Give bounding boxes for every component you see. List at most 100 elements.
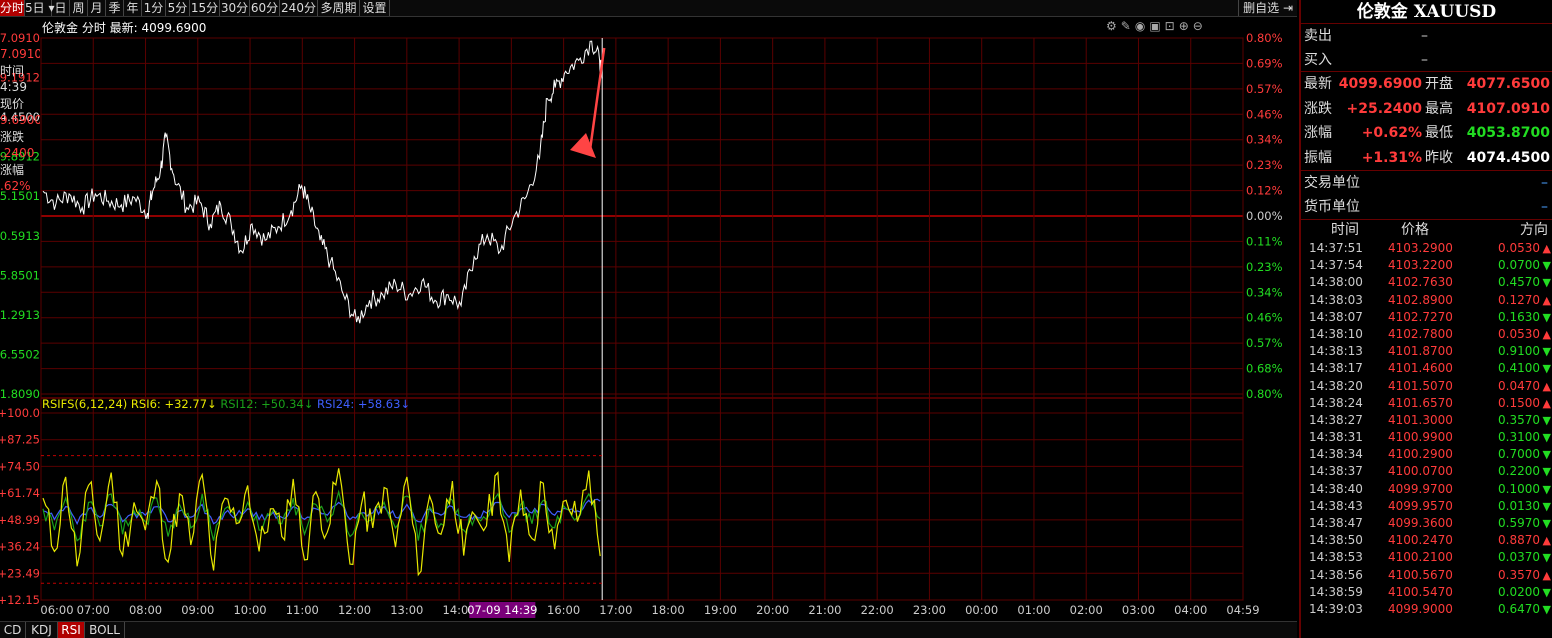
tick-time: 14:38:59 <box>1309 584 1363 599</box>
unit-row: 交易单位 – <box>1301 171 1552 195</box>
tick-time: 14:38:10 <box>1309 326 1363 341</box>
pct-axis-label: 0.46% <box>1246 107 1283 121</box>
chart-header: 伦敦金 分时 最新: 4099.6900 <box>42 21 207 35</box>
gear-icon[interactable]: ⚙ <box>1106 19 1121 33</box>
sell-row: 卖出 – <box>1301 24 1552 48</box>
tick-row[interactable]: 14:38:13 4101.8700 0.9100 ▼ <box>1301 343 1552 360</box>
time-axis-label: 23:00 <box>913 603 946 617</box>
zoom-in-icon[interactable]: ⊕ <box>1179 19 1193 33</box>
tick-row[interactable]: 14:38:43 4099.9570 0.0130 ▼ <box>1301 498 1552 515</box>
pct-axis-label: 0.11% <box>1246 234 1283 248</box>
tick-price: 4100.2900 <box>1388 447 1453 462</box>
period-tab[interactable]: 分时 <box>0 0 25 16</box>
period-tab[interactable]: 60分 <box>250 0 280 16</box>
indicator-tab-cd[interactable]: CD <box>0 622 26 638</box>
period-tab[interactable]: 240分 <box>280 0 318 16</box>
period-tab[interactable]: 30分 <box>220 0 250 16</box>
period-tab[interactable]: 年 <box>124 0 142 16</box>
eye-icon[interactable]: ◉ <box>1135 19 1149 33</box>
tick-row[interactable]: 14:38:59 4100.5470 0.0200 ▼ <box>1301 584 1552 601</box>
instrument-title: 伦敦金 XAUUSD <box>1301 0 1552 24</box>
period-tab[interactable]: 15分 <box>190 0 220 16</box>
period-tab[interactable]: 月 <box>88 0 106 16</box>
tick-time: 14:37:54 <box>1309 258 1363 273</box>
save-icon[interactable]: ⊡ <box>1165 19 1179 33</box>
period-tab[interactable]: 5分 <box>166 0 190 16</box>
time-axis-label: 16:00 <box>547 603 580 617</box>
zoom-out-icon[interactable]: ⊖ <box>1193 19 1207 33</box>
tick-volume: 0.1630 <box>1498 309 1540 324</box>
tick-volume: 0.0370 <box>1498 550 1540 565</box>
tick-row[interactable]: 14:38:03 4102.8900 0.1270 ▲ <box>1301 292 1552 309</box>
sell-value: – <box>1421 28 1428 44</box>
time-axis-label: 03:00 <box>1122 603 1155 617</box>
tick-row[interactable]: 14:38:24 4101.6570 0.1500 ▲ <box>1301 395 1552 412</box>
unit-label: 交易单位 <box>1304 175 1360 191</box>
period-tab[interactable]: 季 <box>106 0 124 16</box>
tick-row[interactable]: 14:38:00 4102.7630 0.4570 ▼ <box>1301 274 1552 291</box>
lock-icon[interactable]: ▣ <box>1149 19 1164 33</box>
tick-row[interactable]: 14:38:07 4102.7270 0.1630 ▼ <box>1301 309 1552 326</box>
time-axis-label: 21:00 <box>808 603 841 617</box>
tick-volume: 0.1500 <box>1498 395 1540 410</box>
tick-row[interactable]: 14:38:17 4101.4600 0.4100 ▼ <box>1301 360 1552 377</box>
period-tab[interactable]: 周 <box>70 0 88 16</box>
quote-value: +0.62% <box>1361 125 1422 141</box>
quote-label: 涨跌 <box>1304 100 1332 117</box>
arrow-down-icon: ▼ <box>1542 276 1551 290</box>
tick-row[interactable]: 14:38:37 4100.0700 0.2200 ▼ <box>1301 463 1552 480</box>
unit-table: 交易单位 – 货币单位 – <box>1301 171 1552 220</box>
time-axis-label: 19:00 <box>704 603 737 617</box>
tick-row[interactable]: 14:37:51 4103.2900 0.0530 ▲ <box>1301 240 1552 257</box>
tick-row[interactable]: 14:38:40 4099.9700 0.1000 ▼ <box>1301 481 1552 498</box>
tick-row[interactable]: 14:38:10 4102.7800 0.0530 ▲ <box>1301 326 1552 343</box>
arrow-down-icon: ▼ <box>1542 431 1551 445</box>
tick-row[interactable]: 14:38:47 4099.3600 0.5970 ▼ <box>1301 515 1552 532</box>
unit-value: – <box>1541 199 1548 215</box>
quote-row: 涨跌 +25.2400 最高 4107.0910 <box>1301 97 1552 122</box>
pen-icon[interactable]: ✎ <box>1121 19 1135 33</box>
pct-axis-label: 0.69% <box>1246 56 1283 70</box>
remove-favorite-button[interactable]: 删自选 ⇥ <box>1238 0 1297 16</box>
tick-price: 4102.7270 <box>1388 309 1453 324</box>
tick-row[interactable]: 14:38:27 4101.3000 0.3570 ▼ <box>1301 412 1552 429</box>
tick-row[interactable]: 14:38:53 4100.2100 0.0370 ▼ <box>1301 549 1552 566</box>
tick-time: 14:38:43 <box>1309 498 1363 513</box>
period-tab[interactable]: 1分 <box>142 0 166 16</box>
period-tab[interactable]: 日 <box>52 0 70 16</box>
arrow-down-icon: ▼ <box>1542 551 1551 565</box>
indicator-tab-kdj[interactable]: KDJ <box>26 622 58 638</box>
arrow-down-icon: ▼ <box>1542 602 1551 616</box>
tick-price: 4101.5070 <box>1388 378 1453 393</box>
quote-label: 昨收 <box>1425 149 1453 166</box>
arrow-down-icon: ▼ <box>1542 413 1551 427</box>
tick-volume: 0.0700 <box>1498 258 1540 273</box>
chart-area[interactable]: 07.091079.191274.450069.891265.150160.59… <box>0 17 1297 621</box>
tick-price: 4101.8700 <box>1388 344 1453 359</box>
period-tab[interactable]: 设置 <box>360 0 390 16</box>
tick-row[interactable]: 14:38:34 4100.2900 0.7000 ▼ <box>1301 446 1552 463</box>
tick-volume: 0.0200 <box>1498 584 1540 599</box>
tick-row[interactable]: 14:38:56 4100.5670 0.3570 ▲ <box>1301 567 1552 584</box>
indicator-tab-rsi[interactable]: RSI <box>58 622 85 638</box>
chart-frame <box>40 37 1244 601</box>
tick-row[interactable]: 14:39:03 4099.9000 0.6470 ▼ <box>1301 601 1552 618</box>
time-axis-label: 12:00 <box>338 603 371 617</box>
rsi-axis-label: +23.49 <box>0 566 40 580</box>
arrow-up-icon: ▲ <box>1542 396 1551 410</box>
period-tab[interactable]: 5日 ▾ <box>25 0 54 16</box>
pct-axis-label: 0.57% <box>1246 82 1283 96</box>
tick-row[interactable]: 14:38:31 4100.9900 0.3100 ▼ <box>1301 429 1552 446</box>
chart-toolbar-icons[interactable]: ⚙✎◉▣⊡⊕⊖ <box>1106 19 1207 33</box>
tick-row[interactable]: 14:37:54 4103.2200 0.0700 ▼ <box>1301 257 1552 274</box>
tick-row[interactable]: 14:38:20 4101.5070 0.0470 ▲ <box>1301 378 1552 395</box>
chart-svg[interactable]: 07.091079.191274.450069.891265.150160.59… <box>0 17 1297 621</box>
period-tab[interactable]: 多周期 <box>318 0 360 16</box>
arrow-down-icon: ▼ <box>1542 585 1551 599</box>
indicator-tab-boll[interactable]: BOLL <box>85 622 125 638</box>
time-axis-label: 04:59 <box>1226 603 1259 617</box>
tick-list[interactable]: 14:37:51 4103.2900 0.0530 ▲ 14:37:54 4103.220… <box>1301 240 1552 618</box>
tick-price: 4100.9900 <box>1388 430 1453 445</box>
tick-row[interactable]: 14:38:50 4100.2470 0.8870 ▲ <box>1301 532 1552 549</box>
tick-volume: 0.6470 <box>1498 601 1540 616</box>
